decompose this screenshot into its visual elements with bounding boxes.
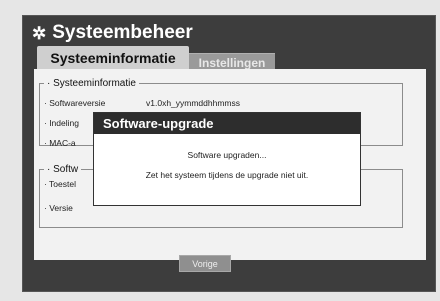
row-label: · Indeling [44, 118, 79, 128]
info-row-indeling: · Indeling [44, 118, 79, 128]
prev-button-label: Vorige [192, 258, 218, 269]
gear-icon: ✲ [32, 23, 47, 43]
dialog-message-1: Software upgraden... [187, 150, 267, 160]
page-header: ✲ Systeembeheer [32, 21, 193, 45]
dialog-title: Software-upgrade [94, 113, 360, 134]
row-value: v1.0xh_yymmddhhmmss [146, 98, 241, 108]
row-label: · Softwareversie [44, 98, 106, 108]
upgrade-dialog: Software-upgrade Software upgraden... Ze… [93, 112, 361, 206]
tab-label: Systeeminformatie [50, 50, 176, 66]
info-row-software-version: · Softwareversie v1.0xh_yymmddhhmmss [44, 98, 240, 108]
page-title: Systeembeheer [52, 22, 193, 43]
prev-button[interactable]: Vorige [179, 255, 231, 272]
dialog-message-2: Zet het systeem tijdens de upgrade niet … [145, 170, 309, 180]
software-row-versie: · Versie [44, 203, 73, 213]
info-row-mac: · MAC-a [44, 138, 76, 148]
system-info-legend: · Systeeminformatie [47, 78, 136, 89]
tab-label: Instellingen [198, 56, 266, 70]
app-window: ✲ Systeembeheer Systeeminformatie Instel… [0, 0, 440, 301]
dialog-title-text: Software-upgrade [103, 116, 214, 131]
software-legend: · Softw [47, 164, 79, 175]
row-label: · Toestel [44, 179, 76, 189]
tab-systeeminformatie[interactable]: Systeeminformatie [37, 46, 189, 70]
software-row-toestel: · Toestel [44, 179, 76, 189]
row-label: · MAC-a [44, 138, 76, 148]
row-label: · Versie [44, 203, 73, 213]
